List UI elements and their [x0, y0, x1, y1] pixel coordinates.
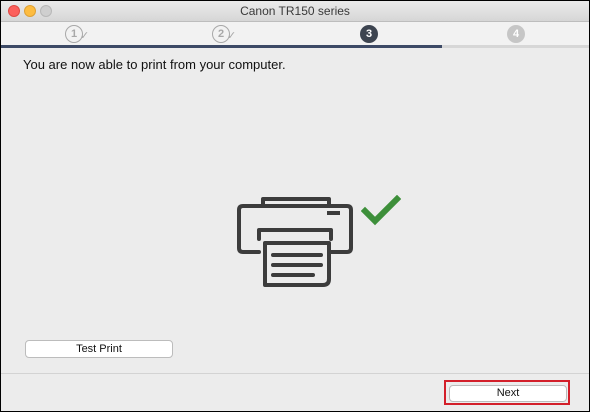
step-2-check-icon: ✓: [227, 30, 237, 42]
footer-divider: [1, 373, 589, 374]
installer-window: Canon TR150 series 1 ✓ 2 ✓ 3 4 You are n…: [0, 0, 590, 412]
printer-illustration: [233, 189, 403, 298]
checkmark-icon: [361, 195, 401, 226]
step-3-number: 3: [360, 25, 378, 43]
step-4-number: 4: [507, 25, 525, 43]
progress-bar-fill: [1, 45, 442, 48]
progress-bar: [1, 45, 589, 48]
printer-indicator: [327, 211, 340, 215]
next-button[interactable]: Next: [449, 385, 567, 402]
step-1-check-icon: ✓: [80, 30, 90, 42]
window-title: Canon TR150 series: [240, 4, 350, 18]
completion-message: You are now able to print from your comp…: [23, 57, 286, 72]
title-bar: Canon TR150 series: [1, 1, 589, 22]
step-indicator: 1 ✓ 2 ✓ 3 4: [1, 22, 589, 48]
test-print-button[interactable]: Test Print: [25, 340, 173, 358]
